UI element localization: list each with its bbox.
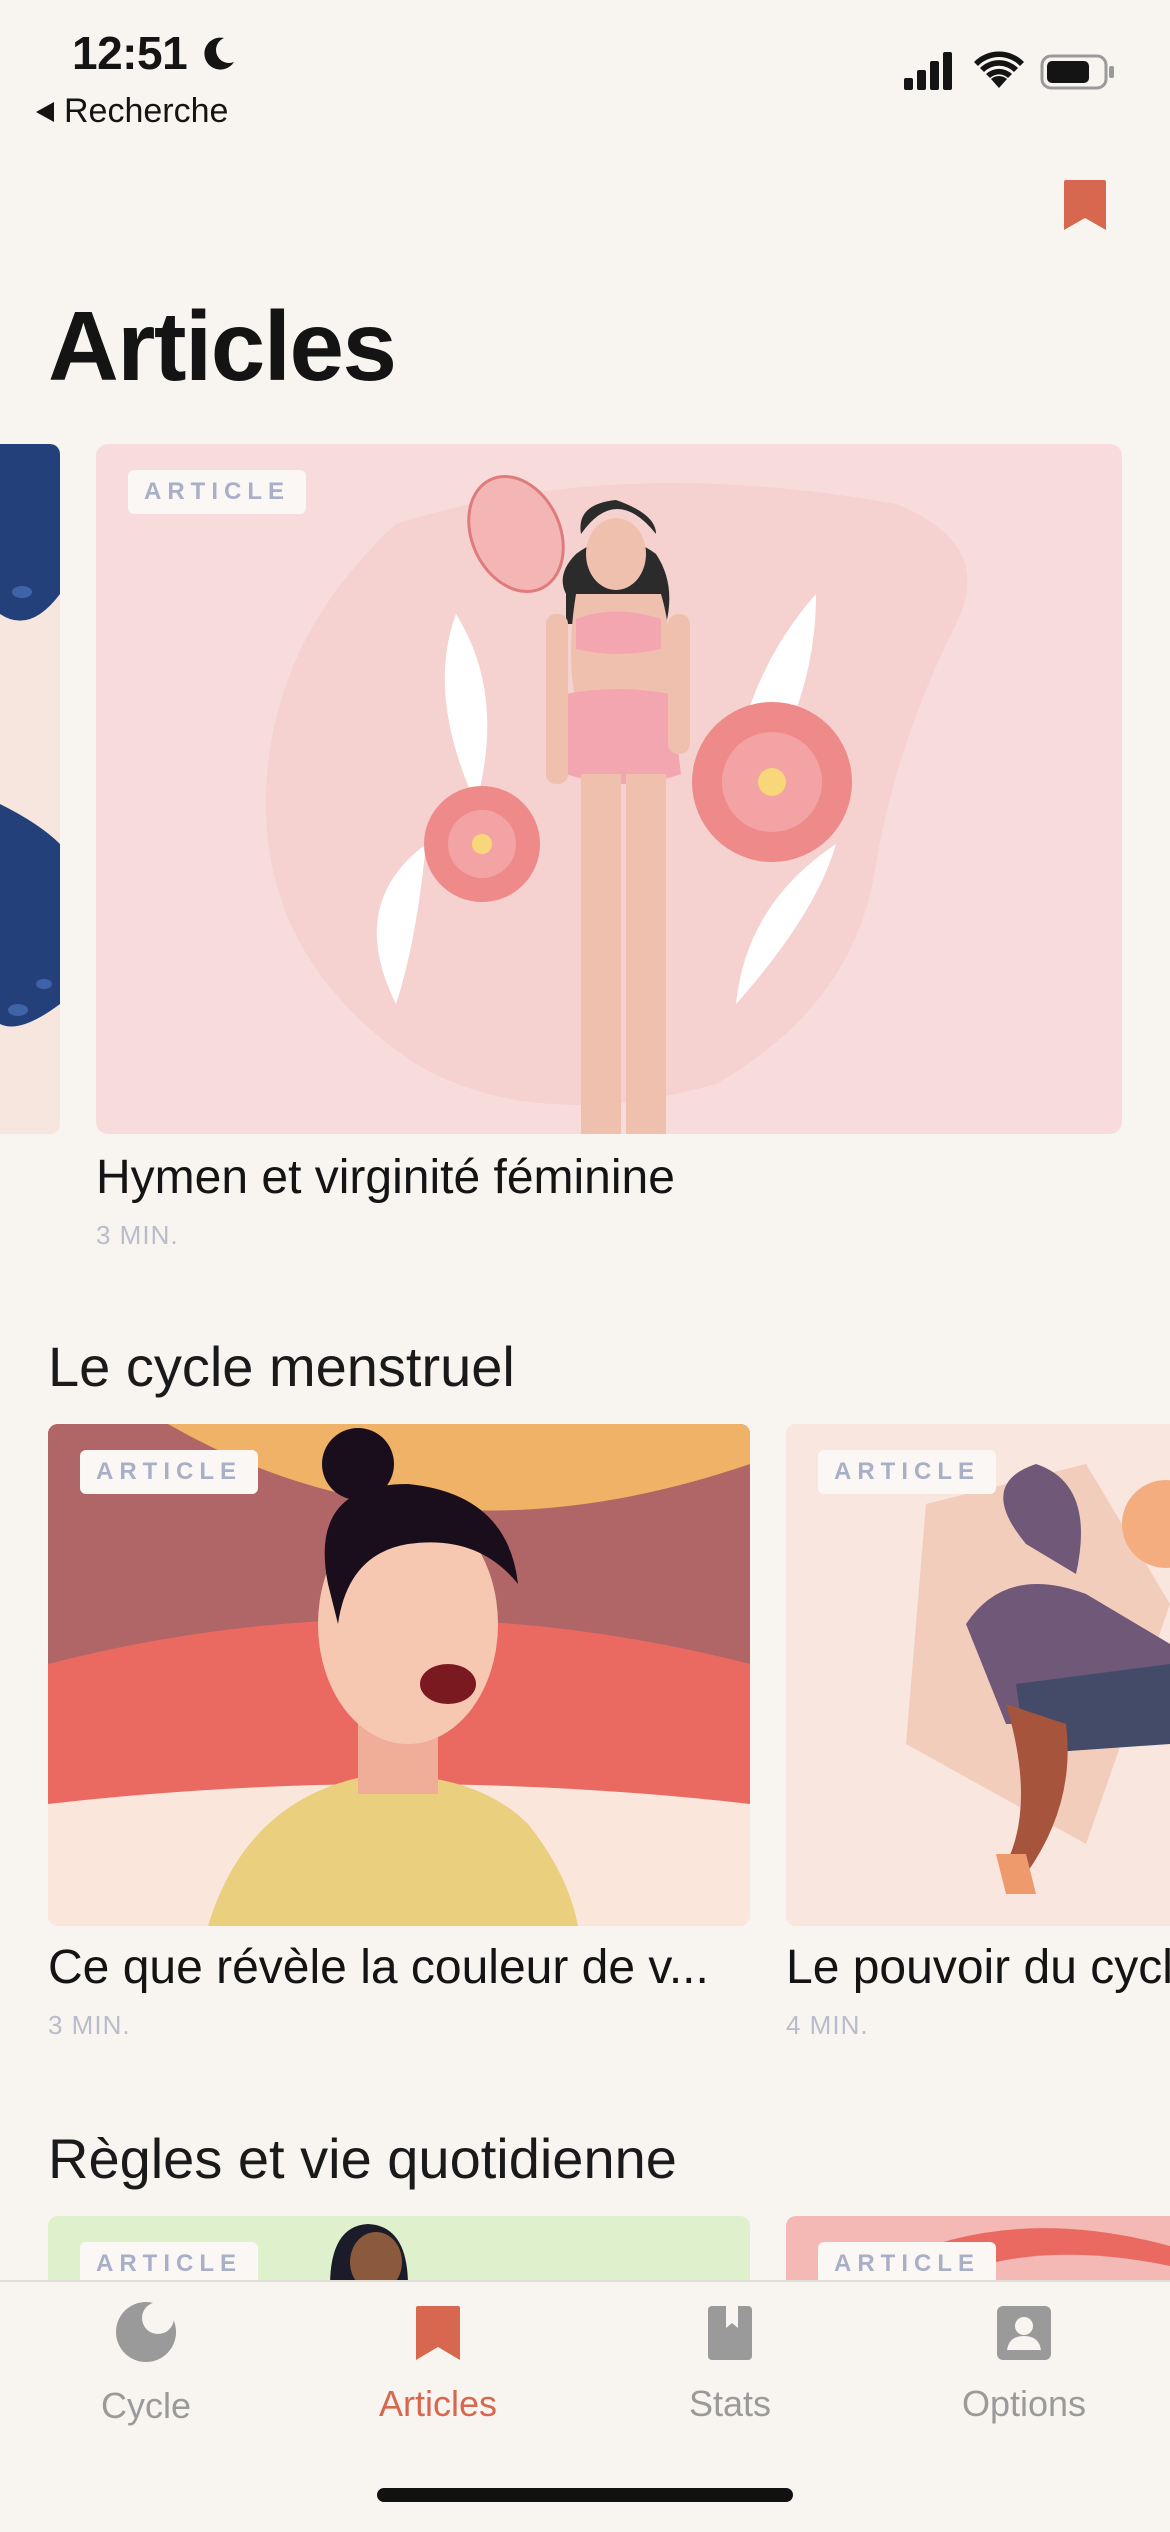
article-title[interactable]: Ce que révèle la couleur de v... [48,1940,754,1995]
article-badge: ARTICLE [818,1450,996,1494]
battery-icon [1040,54,1114,90]
article-card[interactable]: ARTICLE [48,2216,750,2286]
featured-article-card[interactable]: ARTICLE [96,444,1122,1134]
tab-cycle-label: Cycle [100,2385,192,2426]
section-title-cycle: Le cycle menstruel [48,1335,515,1398]
article-duration: 4 MIN. [786,2010,869,2040]
section-title-daily-life: Règles et vie quotidienne [48,2127,677,2190]
article-badge: ARTICLE [80,1450,258,1494]
book-icon [708,2306,752,2360]
back-label: Recherche [64,92,229,130]
back-arrow-icon [36,101,54,122]
home-indicator[interactable] [377,2488,793,2502]
card-illustration [0,444,60,1027]
wifi-icon [974,51,1024,88]
page-title: Articles [48,291,397,401]
article-title[interactable]: Le pouvoir du cycle [786,1940,1170,1995]
signal-icon [904,52,952,90]
article-card[interactable]: ARTICLE [786,2216,1170,2286]
back-link[interactable]: Recherche [36,92,228,131]
saved-articles-bookmark-icon[interactable] [1062,178,1108,232]
moon-icon [204,37,234,70]
user-icon [997,2306,1051,2360]
bookmark-icon [416,2306,460,2360]
featured-article-duration: 3 MIN. [96,1220,179,1250]
featured-article-title[interactable]: Hymen et virginité féminine [96,1150,675,1205]
article-badge: ARTICLE [128,470,306,514]
article-duration: 3 MIN. [48,2010,131,2040]
status-time: 12:51 [72,27,188,79]
tab-options-label: Options [961,2383,1087,2424]
card-illustration [786,1424,1170,1926]
tab-articles[interactable]: Articles [338,2300,538,2425]
tab-stats-label: Stats [688,2383,772,2424]
article-card[interactable]: ARTICLE [786,1424,1170,1926]
previous-featured-card[interactable] [0,444,60,1134]
tab-options[interactable]: Options [924,2300,1124,2425]
card-illustration [48,1424,750,1926]
tab-articles-label: Articles [378,2383,498,2424]
tab-stats[interactable]: Stats [630,2300,830,2425]
featured-illustration [266,475,968,1134]
moon-cycle-icon [116,2302,176,2362]
tab-cycle[interactable]: Cycle [46,2300,246,2427]
article-card[interactable]: ARTICLE [48,1424,750,1926]
